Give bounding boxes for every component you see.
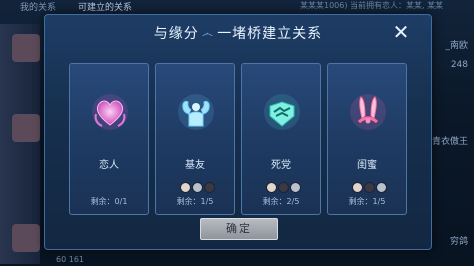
close-button[interactable]: ✕ <box>391 22 411 43</box>
avatar <box>278 182 289 193</box>
card-remaining: 剩余：1/5 <box>176 197 214 206</box>
card-remaining: 剩余：0/1 <box>90 197 128 206</box>
relation-card-lover[interactable]: 恋人 剩余：0/1 <box>69 63 149 215</box>
relationship-cards: 恋人 剩余：0/1 基友 剩余：1/5 死党 剩余：2/5 闺蜜 剩余：1/5 <box>69 63 407 215</box>
card-label: 闺蜜 <box>357 160 377 171</box>
card-label: 死党 <box>271 160 291 171</box>
card-remaining: 剩余：1/5 <box>348 197 386 206</box>
heart-icon <box>92 94 128 130</box>
bg-tab-my-relations: 我的关系 <box>20 3 57 13</box>
confirm-button[interactable]: 确定 <box>200 218 278 240</box>
avatar <box>180 182 191 193</box>
dialog-header: 与缘分 ෴ 一堵桥建立关系 <box>45 15 431 51</box>
bg-avatar <box>12 224 40 252</box>
relationship-dialog: 与缘分 ෴ 一堵桥建立关系 ✕ 恋人 剩余：0/1 基友 剩余：1/5 死党 剩… <box>44 14 432 250</box>
bg-row-name: 青衣傲王 <box>431 137 468 147</box>
bg-tab-available-relations: 可建立的关系 <box>78 3 133 13</box>
avatar <box>266 182 277 193</box>
avatar <box>290 182 301 193</box>
card-label: 基友 <box>185 160 205 171</box>
card-label: 恋人 <box>99 160 119 171</box>
avatar <box>352 182 363 193</box>
bg-bottom-count: 60 161 <box>56 255 84 264</box>
handshake-icon <box>264 94 300 130</box>
bg-row-name: _南欧 <box>445 41 468 51</box>
swirl-icon: ෴ <box>201 25 215 40</box>
title-left: 与缘分 <box>153 26 199 42</box>
bg-avatar <box>12 114 40 142</box>
bg-avatar <box>12 34 40 62</box>
title-right: 一堵桥建立关系 <box>217 26 323 42</box>
card-avatars <box>180 182 215 193</box>
background-tabs: 我的关系 可建立的关系 <box>20 0 132 14</box>
card-remaining: 剩余：2/5 <box>262 197 300 206</box>
bg-row-count: 248 <box>450 60 468 70</box>
relation-card-bestie[interactable]: 闺蜜 剩余：1/5 <box>327 63 407 215</box>
background-left-strip <box>0 24 40 264</box>
bunny-ears-icon <box>350 94 386 130</box>
avatar <box>192 182 203 193</box>
bg-row-name: 穷鸽 <box>449 237 468 247</box>
relation-card-bestfriend[interactable]: 死党 剩余：2/5 <box>241 63 321 215</box>
background-note: 某某某1006) 当前拥有恋人：某某, 某某 <box>300 1 444 10</box>
avatar <box>204 182 215 193</box>
flex-arms-icon <box>178 94 214 130</box>
avatar <box>364 182 375 193</box>
card-avatars <box>352 182 387 193</box>
avatar <box>376 182 387 193</box>
dialog-title: 与缘分 ෴ 一堵桥建立关系 <box>154 23 322 43</box>
card-avatars <box>266 182 301 193</box>
relation-card-buddy[interactable]: 基友 剩余：1/5 <box>155 63 235 215</box>
